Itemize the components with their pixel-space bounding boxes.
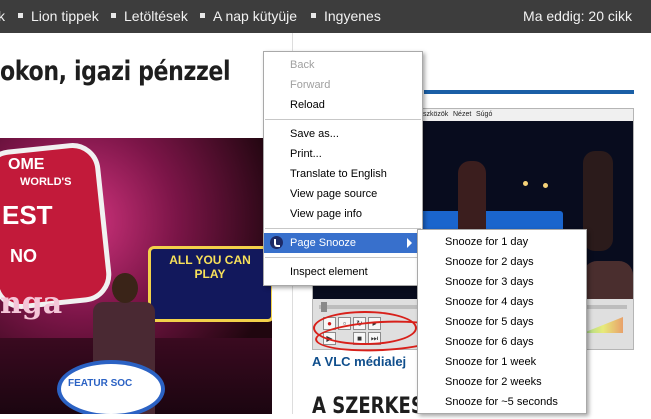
submenu-item-label: Snooze for 1 day [445,236,529,248]
snooze-5-seconds[interactable]: Snooze for ~5 seconds [418,392,586,412]
submenu-item-label: Snooze for 3 days [445,276,534,288]
menu-item-label: View page source [290,188,378,200]
menu-item-reload[interactable]: Reload [264,95,422,115]
light-dot [543,183,548,188]
sign-text-big: EST [2,200,53,230]
menu-item-inspect[interactable]: Inspect element [264,262,422,282]
nav-item-ingyenes[interactable]: Ingyenes [311,8,381,24]
figure-shape [583,261,633,299]
submenu-item-label: Snooze for 2 weeks [445,376,542,388]
submenu-item-label: Snooze for 6 days [445,336,534,348]
nav-item-label: A nap kütyüje [213,8,298,24]
section-accent-line [424,90,634,94]
featured-badge-text: FEATUR SOC [68,378,133,389]
menu-item-print[interactable]: Print... [264,144,422,164]
menu-item-back[interactable]: Back [264,55,422,75]
vlc-article-link[interactable]: A VLC médialej [312,354,406,369]
sign-text-low: NO [10,246,37,266]
snooze-6-days[interactable]: Snooze for 6 days [418,332,586,352]
submenu-arrow-icon [407,238,412,248]
snooze-5-days[interactable]: Snooze for 5 days [418,312,586,332]
snooze-3-days[interactable]: Snooze for 3 days [418,272,586,292]
menu-item-page-snooze[interactable]: Page Snooze [264,233,422,253]
submenu-item-label: Snooze for 2 days [445,256,534,268]
article-photo[interactable]: OME WORLD'S EST NO ALL YOU CAN PLAY nga … [0,138,272,414]
presenter-head [112,273,138,303]
figure-shape [583,151,613,251]
menu-item-save-as[interactable]: Save as... [264,124,422,144]
menu-separator [265,257,421,258]
menu-item-label: Save as... [290,128,339,140]
bullet-icon [200,12,205,18]
vlc-menu-item: Súgó [476,111,493,118]
nav-item-label: Ingyenes [324,8,381,24]
submenu-item-label: Snooze for 4 days [445,296,534,308]
menu-item-view-info[interactable]: View page info [264,204,422,224]
light-dot [523,181,528,186]
volume-slider[interactable] [583,317,623,333]
bullet-icon [111,12,116,18]
bullet-icon [311,12,316,18]
submenu-item-label: Snooze for ~5 seconds [445,396,558,408]
context-menu: Back Forward Reload Save as... Print... … [263,51,423,286]
menu-item-view-source[interactable]: View page source [264,184,422,204]
nav-item-lion-tippek[interactable]: Lion tippek [18,8,99,24]
snooze-submenu: Snooze for 1 day Snooze for 2 days Snooz… [417,229,587,414]
nav-item-truncated[interactable]: k [0,8,5,24]
snooze-4-days[interactable]: Snooze for 4 days [418,292,586,312]
submenu-item-label: Snooze for 1 week [445,356,537,368]
menu-item-label: Page Snooze [290,237,357,249]
snooze-2-days[interactable]: Snooze for 2 days [418,252,586,272]
menu-item-label: Inspect element [290,266,368,278]
neon-sign-text: ALL YOU CAN PLAY [169,253,251,281]
menu-item-label: View page info [290,208,362,220]
menu-item-label: Forward [290,79,331,91]
seek-knob[interactable] [321,302,327,312]
nav-item-a-nap-kutyuje[interactable]: A nap kütyüje [200,8,297,24]
top-nav-bar: k Lion tippek Letöltések A nap kütyüje I… [0,0,651,33]
menu-item-label: Translate to English [290,168,387,180]
snooze-icon [270,236,283,249]
nav-item-label: k [0,8,5,24]
sign-text-top: OME [8,156,45,173]
menu-separator [265,228,421,229]
snooze-1-week[interactable]: Snooze for 1 week [418,352,586,372]
snooze-2-weeks[interactable]: Snooze for 2 weeks [418,372,586,392]
snooze-1-day[interactable]: Snooze for 1 day [418,232,586,252]
menu-item-forward[interactable]: Forward [264,75,422,95]
vlc-menu-item: szközök [423,111,449,118]
article-headline[interactable]: okon, igazi pénzzel [0,56,231,87]
bullet-icon [18,12,23,18]
vlc-menu-item: Nézet [453,111,472,118]
submenu-item-label: Snooze for 5 days [445,316,534,328]
nav-item-letoltesek[interactable]: Letöltések [111,8,188,24]
nav-item-label: Letöltések [124,8,188,24]
menu-separator [265,119,421,120]
menu-item-translate[interactable]: Translate to English [264,164,422,184]
menu-item-label: Back [290,59,315,71]
photo-text-nga: nga [0,286,63,321]
menu-item-label: Print... [290,148,322,160]
article-counter: Ma eddig: 20 cikk [523,8,632,24]
menu-item-label: Reload [290,99,325,111]
sign-text-mid: WORLD'S [20,176,72,188]
nav-item-label: Lion tippek [31,8,99,24]
